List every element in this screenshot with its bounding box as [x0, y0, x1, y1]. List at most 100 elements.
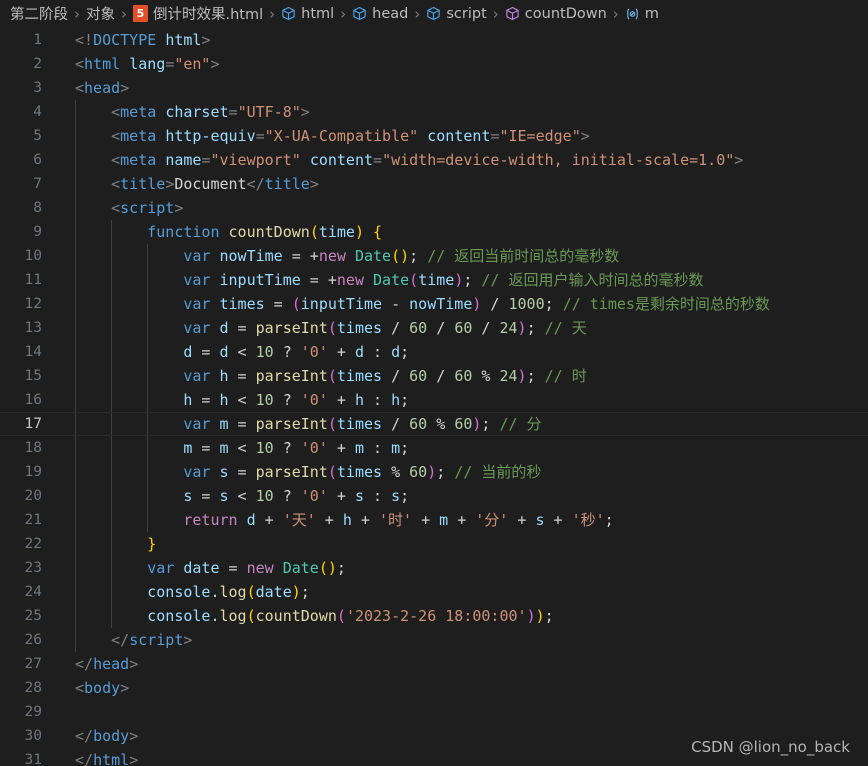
token-num: 60 [409, 463, 428, 481]
code-line[interactable]: 25 console.log(countDown('2023-2-26 18:0… [0, 604, 868, 628]
code-line[interactable]: 10 var nowTime = +new Date(); // 返回当前时间总… [0, 244, 868, 268]
code-line[interactable]: 11 var inputTime = +new Date(time); // 返… [0, 268, 868, 292]
token-kw: var [183, 271, 211, 289]
token-attr: content [427, 127, 491, 145]
code-line[interactable]: 20 s = s < 10 ? '0' + s : s; [0, 484, 868, 508]
code-line[interactable]: 29 [0, 700, 868, 724]
code-line[interactable]: 16 h = h < 10 ? '0' + h : h; [0, 388, 868, 412]
token-fn: parseInt [255, 319, 328, 337]
token-op: / [472, 319, 500, 337]
code-line[interactable]: 17 var m = parseInt(times / 60 % 60); //… [0, 412, 868, 436]
token-punc: < [111, 103, 121, 121]
token-var: times [336, 415, 383, 433]
token-cmt: // 分 [499, 415, 542, 433]
code-line[interactable]: 22 } [0, 532, 868, 556]
token-op: ; [436, 463, 446, 481]
token-var: console [147, 607, 211, 625]
code-line[interactable]: 23 var date = new Date(); [0, 556, 868, 580]
breadcrumb-item-2[interactable]: 对象 [84, 3, 117, 24]
token-cmt: // 返回用户输入时间总的毫秒数 [481, 271, 704, 289]
line-number: 3 [33, 80, 42, 96]
breadcrumb-item-5[interactable]: head [350, 6, 410, 22]
token-punc: </ [111, 631, 130, 649]
token-punc: < [75, 679, 85, 697]
token-attr: lang [129, 55, 166, 73]
token-cls: Date [282, 559, 319, 577]
line-content: <head> [54, 76, 868, 100]
code-line[interactable]: 5 <meta http-equiv="X-UA-Compatible" con… [0, 124, 868, 148]
line-content: var date = new Date(); [54, 556, 868, 580]
symbol-cube-blue-icon [426, 6, 441, 21]
code-line[interactable]: 24 console.log(date); [0, 580, 868, 604]
line-content: var times = (inputTime - nowTime) / 1000… [54, 292, 868, 316]
token-op: + [315, 511, 343, 529]
token-punc: > [300, 103, 310, 121]
code-line[interactable]: 9 function countDown(time) { [0, 220, 868, 244]
code-line[interactable]: 27 </head> [0, 652, 868, 676]
token-fn: parseInt [255, 463, 328, 481]
code-line[interactable]: 13 var d = parseInt(times / 60 / 60 / 24… [0, 316, 868, 340]
line-content: <!DOCTYPE html> [54, 28, 868, 52]
breadcrumb-separator: › [612, 4, 619, 23]
code-line[interactable]: 1 <!DOCTYPE html> [0, 28, 868, 52]
breadcrumb-item-8[interactable]: m [623, 6, 661, 22]
breadcrumb-item-label: 倒计时效果.html [153, 7, 264, 23]
token-cmt: // 返回当前时间总的毫秒数 [427, 247, 620, 265]
line-number: 5 [33, 128, 42, 144]
token-var: console [147, 583, 211, 601]
code-editor[interactable]: 1 <!DOCTYPE html> 2 <html lang="en"> 3 <head>… [0, 28, 868, 766]
token-op: ; [300, 583, 310, 601]
code-line[interactable]: 14 d = d < 10 ? '0' + d : d; [0, 340, 868, 364]
breadcrumb-item-4[interactable]: html [279, 6, 336, 22]
token-punc: < [111, 127, 121, 145]
token-var: times [336, 463, 383, 481]
token-fn: parseInt [255, 367, 328, 385]
token-num: 60 [454, 415, 473, 433]
token-op: + [327, 487, 355, 505]
breadcrumb-item-7[interactable]: countDown [503, 6, 609, 22]
token-op: + [448, 511, 476, 529]
line-content: <meta http-equiv="X-UA-Compatible" conte… [54, 124, 868, 148]
code-line[interactable]: 15 var h = parseInt(times / 60 / 60 % 24… [0, 364, 868, 388]
token-punc: > [129, 655, 139, 673]
token-br2: ( [327, 367, 337, 385]
symbol-cube-purple-icon [505, 6, 520, 21]
line-content: </head> [54, 652, 868, 676]
code-line[interactable]: 18 m = m < 10 ? '0' + m : m; [0, 436, 868, 460]
code-line[interactable]: 4 <meta charset="UTF-8"> [0, 100, 868, 124]
line-number: 17 [24, 416, 42, 432]
token-kw: var [183, 319, 211, 337]
code-line[interactable]: 19 var s = parseInt(times % 60); // 当前的秒 [0, 460, 868, 484]
breadcrumb-item-3[interactable]: 5 倒计时效果.html [131, 3, 265, 24]
code-line[interactable]: 12 var times = (inputTime - nowTime) / 1… [0, 292, 868, 316]
token-op: . [210, 607, 220, 625]
code-line[interactable]: 21 return d + '天' + h + '时' + m + '分' + … [0, 508, 868, 532]
code-line[interactable]: 7 <title>Document</title> [0, 172, 868, 196]
token-num: 60 [409, 415, 428, 433]
breadcrumb-item-1[interactable]: 第二阶段 [8, 3, 70, 24]
token-var: date [183, 559, 220, 577]
code-line[interactable]: 2 <html lang="en"> [0, 52, 868, 76]
code-line[interactable]: 6 <meta name="viewport" content="width=d… [0, 148, 868, 172]
token-op: + [544, 511, 572, 529]
token-str: "en" [174, 55, 211, 73]
code-line[interactable]: 8 <script> [0, 196, 868, 220]
code-line[interactable]: 26 </script> [0, 628, 868, 652]
breadcrumb-item-6[interactable]: script [424, 6, 488, 22]
token-fn: parseInt [255, 415, 328, 433]
token-str: "X-UA-Compatible" [264, 127, 419, 145]
code-lines-container[interactable]: 1 <!DOCTYPE html> 2 <html lang="en"> 3 <head>… [0, 28, 868, 766]
token-var: s [219, 487, 229, 505]
token-op: ; [400, 439, 410, 457]
token-ctrl: new [318, 247, 346, 265]
code-line[interactable]: 28 <body> [0, 676, 868, 700]
token-op: + [327, 439, 355, 457]
token-punc: > [129, 751, 139, 766]
code-line[interactable]: 3 <head> [0, 76, 868, 100]
